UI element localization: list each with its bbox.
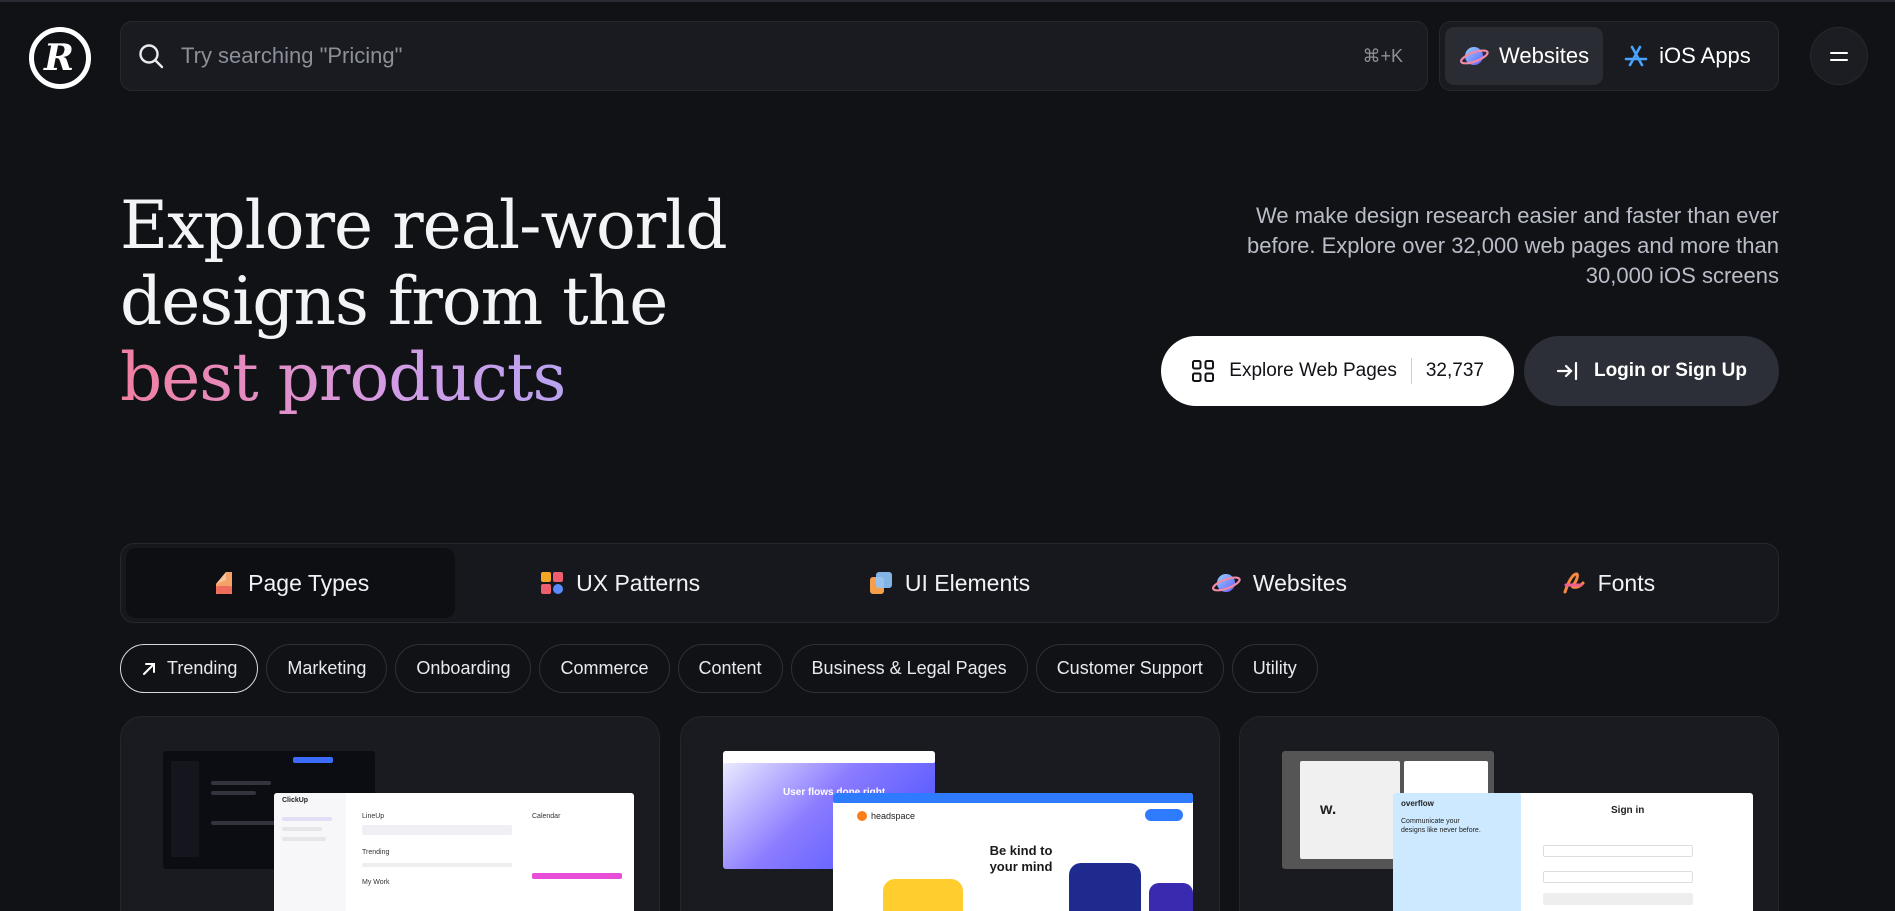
chip-utility[interactable]: Utility <box>1231 644 1318 693</box>
chip-marketing[interactable]: Marketing <box>266 644 388 693</box>
window-top-border <box>0 0 1895 2</box>
explore-count: 32,737 <box>1425 360 1484 381</box>
page-types-icon <box>216 572 233 594</box>
screenshot-clickup: ClickUp LineUp Trending My Work Calendar <box>274 793 634 911</box>
ux-patterns-icon <box>541 572 564 594</box>
chip-commerce[interactable]: Commerce <box>539 644 670 693</box>
preview-card-headspace[interactable]: User flows done right headspace Be kind … <box>680 716 1220 911</box>
hero-title-line2: designs from the <box>120 263 668 340</box>
ui-elements-icon <box>869 572 892 594</box>
screenshot-overflow-signin: overflow Communicate your designs like n… <box>1393 793 1753 911</box>
planet-icon <box>1211 574 1241 592</box>
card-app-name: headspace <box>871 811 916 821</box>
search-icon <box>139 44 164 69</box>
hamburger-menu-button[interactable] <box>1810 27 1868 85</box>
tab-ui-elements-label: UI Elements <box>904 569 1031 596</box>
menu-line-icon <box>1830 51 1848 54</box>
tab-page-types[interactable]: Page Types <box>126 548 456 618</box>
screenshot-headspace: headspace Be kind to your mind <box>833 793 1193 911</box>
tab-websites[interactable]: Websites <box>1114 548 1443 618</box>
card-app-name: ClickUp <box>282 797 309 804</box>
card-tagline: Communicate your designs like never befo… <box>1401 818 1481 834</box>
hero-title-line1: Explore real-world <box>120 187 728 264</box>
platform-ios-label: iOS Apps <box>1659 43 1751 68</box>
tab-fonts[interactable]: Fonts <box>1444 548 1773 618</box>
platform-switcher: Websites iOS Apps <box>1439 21 1779 91</box>
card-headline: Be kind to your mind <box>989 843 1053 874</box>
chip-content[interactable]: Content <box>677 644 783 693</box>
explore-label: Explore Web Pages <box>1229 360 1397 381</box>
login-label: Login or Sign Up <box>1593 360 1747 381</box>
chip-onboarding[interactable]: Onboarding <box>395 644 532 693</box>
filter-chips: Trending Marketing Onboarding Commerce C… <box>120 644 1318 693</box>
chip-trending-label: Trending <box>167 658 238 678</box>
fonts-icon <box>1563 572 1585 594</box>
card-back-logo: w. <box>1320 801 1337 818</box>
tab-ux-patterns[interactable]: UX Patterns <box>455 548 784 618</box>
arrow-up-right-icon <box>143 662 155 675</box>
hero-cta-row: Explore Web Pages 32,737 Login or Sign U… <box>1161 336 1779 406</box>
explore-web-pages-button[interactable]: Explore Web Pages 32,737 <box>1161 336 1514 406</box>
category-tabs: Page Types UX Patterns UI Elements Websi… <box>120 543 1779 623</box>
tab-fonts-label: Fonts <box>1597 569 1656 596</box>
preview-card-overflow[interactable]: w. overflow Communicate your designs lik… <box>1239 716 1779 911</box>
preview-card-clickup[interactable]: ClickUp LineUp Trending My Work Calendar <box>120 716 660 911</box>
chip-trending[interactable]: Trending <box>120 644 259 693</box>
app-store-icon <box>1624 45 1648 67</box>
tab-ui-elements[interactable]: UI Elements <box>785 548 1114 618</box>
card-lineup: LineUp <box>362 813 385 820</box>
search-bar[interactable]: Try searching "Pricing" ⌘+K <box>120 21 1428 91</box>
card-my-work: My Work <box>362 879 390 886</box>
divider <box>1410 358 1412 384</box>
tab-page-types-label: Page Types <box>248 569 370 596</box>
search-shortcut: ⌘+K <box>1362 45 1403 66</box>
chip-business-legal[interactable]: Business & Legal Pages <box>790 644 1028 693</box>
menu-line-icon <box>1830 58 1848 61</box>
tab-ux-patterns-label: UX Patterns <box>576 569 701 596</box>
card-app-name: overflow <box>1401 799 1434 808</box>
hero-description: We make design research easier and faste… <box>1246 203 1779 288</box>
registered-logo[interactable]: R <box>29 27 91 89</box>
planet-icon <box>1459 47 1489 65</box>
platform-ios-button[interactable]: iOS Apps <box>1609 27 1765 85</box>
platform-websites-button[interactable]: Websites <box>1445 27 1604 85</box>
platform-websites-label: Websites <box>1499 43 1590 68</box>
login-signup-button[interactable]: Login or Sign Up <box>1523 336 1779 406</box>
tab-websites-label: Websites <box>1252 569 1347 596</box>
hero-title-highlight: best products <box>120 339 566 416</box>
chip-customer-support[interactable]: Customer Support <box>1035 644 1224 693</box>
search-placeholder[interactable]: Try searching "Pricing" <box>181 43 1362 69</box>
card-trending: Trending <box>362 849 390 856</box>
card-signin-title: Sign in <box>1611 805 1645 816</box>
card-calendar: Calendar <box>532 813 561 820</box>
login-arrow-icon <box>1556 361 1578 381</box>
grid-icon <box>1192 360 1215 382</box>
hero-title: Explore real-world designs from the best… <box>120 187 728 416</box>
